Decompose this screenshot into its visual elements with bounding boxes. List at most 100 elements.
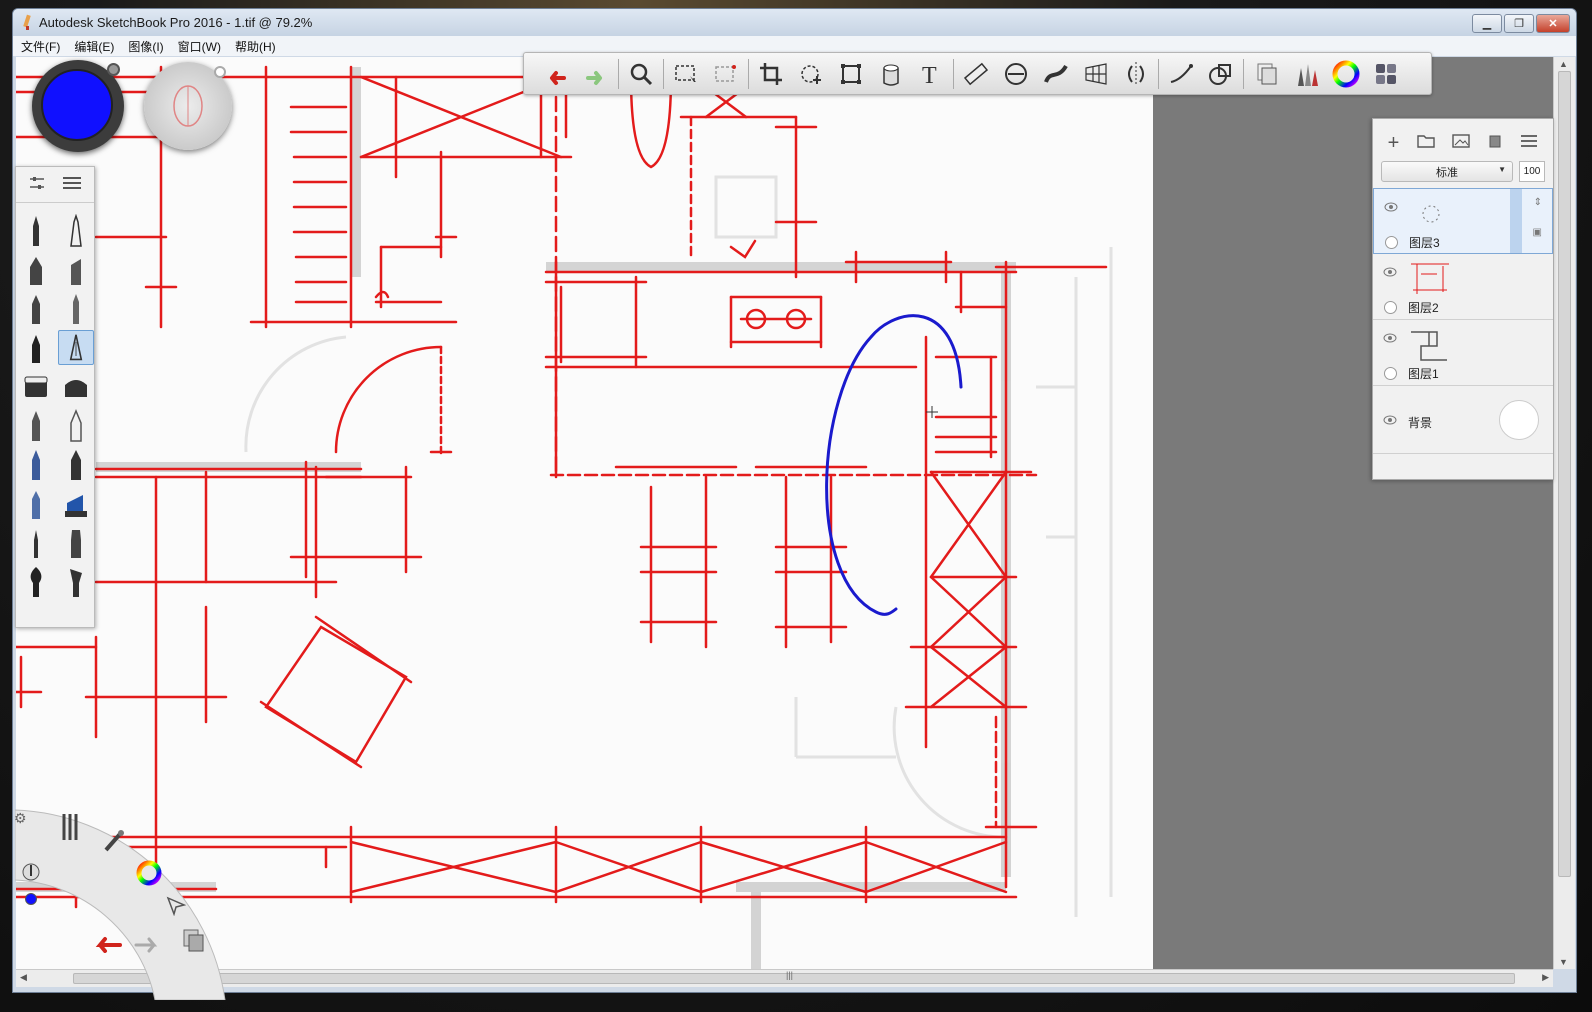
brush-library-list-icon[interactable] bbox=[62, 175, 82, 196]
lagoon-undo-icon[interactable] bbox=[92, 933, 124, 958]
close-button[interactable]: ✕ bbox=[1536, 14, 1570, 33]
toolbar-separator bbox=[1158, 58, 1159, 89]
add-group-icon[interactable] bbox=[1416, 134, 1435, 153]
sketchbook-app-icon bbox=[21, 15, 33, 31]
visibility-eye-icon[interactable] bbox=[1383, 330, 1397, 348]
angled-bristle-brush-icon[interactable] bbox=[56, 562, 96, 601]
scroll-down-arrow-icon[interactable]: ▼ bbox=[1559, 957, 1568, 967]
select-lasso-icon[interactable] bbox=[706, 56, 746, 92]
background-color-swatch[interactable] bbox=[1499, 400, 1539, 440]
round-bristle-brush-icon[interactable] bbox=[16, 562, 56, 601]
lagoon-tools-icon[interactable] bbox=[60, 812, 82, 847]
horizontal-scroll-thumb[interactable] bbox=[73, 973, 1515, 984]
scroll-grip-icon: ||| bbox=[786, 970, 794, 980]
blend-mode-select[interactable]: 标准 ▼ bbox=[1381, 161, 1513, 182]
color-puck-handle[interactable] bbox=[107, 63, 120, 76]
paintbrush-brush-icon[interactable] bbox=[16, 523, 56, 562]
eraser-soft-brush-icon[interactable] bbox=[56, 367, 96, 406]
window-controls: ▁ ❐ ✕ bbox=[1472, 14, 1570, 33]
text-icon[interactable]: T bbox=[911, 56, 951, 92]
lagoon-color-wheel-icon[interactable] bbox=[136, 860, 162, 891]
dark-pen-brush-icon[interactable] bbox=[56, 445, 96, 484]
lagoon-redo-icon[interactable] bbox=[132, 933, 162, 958]
visibility-eye-icon[interactable] bbox=[1383, 264, 1397, 282]
undo-icon[interactable] bbox=[536, 56, 576, 92]
eraser-hard-brush-icon[interactable] bbox=[16, 367, 56, 406]
felt-pen-brush-icon[interactable] bbox=[16, 328, 56, 367]
ruler-icon[interactable] bbox=[956, 56, 996, 92]
add-image-icon[interactable] bbox=[1452, 133, 1470, 153]
current-color-swatch[interactable] bbox=[41, 69, 113, 141]
shape-icon[interactable] bbox=[1201, 56, 1241, 92]
menu-image[interactable]: 图像(I) bbox=[128, 38, 163, 55]
crop-icon[interactable] bbox=[751, 56, 791, 92]
ink-pen-brush-icon-selected[interactable] bbox=[58, 330, 94, 365]
menu-file[interactable]: 文件(F) bbox=[21, 38, 60, 55]
layer-item-3[interactable]: 图层3 ⇕ ▣ bbox=[1373, 188, 1553, 254]
ballpoint-brush-icon[interactable] bbox=[16, 289, 56, 328]
minimize-button[interactable]: ▁ bbox=[1472, 14, 1502, 33]
ellipse-guide-icon[interactable] bbox=[996, 56, 1036, 92]
layer-thumbnail bbox=[1407, 326, 1453, 364]
fill-bucket-icon[interactable] bbox=[871, 56, 911, 92]
add-layer-icon[interactable]: + bbox=[1388, 132, 1400, 155]
clear-layer-icon[interactable] bbox=[1487, 133, 1503, 154]
zoom-icon[interactable] bbox=[621, 56, 661, 92]
fine-pen-brush-icon[interactable] bbox=[56, 289, 96, 328]
airbrush-brush-icon[interactable] bbox=[16, 406, 56, 445]
lagoon-settings-icon[interactable]: ⚙ bbox=[14, 810, 27, 827]
brush-library-icon[interactable] bbox=[1286, 56, 1326, 92]
vertical-scroll-thumb[interactable] bbox=[1558, 71, 1571, 877]
french-curve-icon[interactable] bbox=[1036, 56, 1076, 92]
lagoon-current-color-dot[interactable] bbox=[25, 893, 37, 905]
soft-airbrush-brush-icon[interactable] bbox=[56, 406, 96, 445]
redo-icon[interactable] bbox=[576, 56, 616, 92]
horizontal-scrollbar[interactable]: ◀ ||| ▶ bbox=[16, 969, 1553, 987]
layer-menu-icon[interactable] bbox=[1520, 134, 1538, 153]
layer-item-background[interactable]: 背景 bbox=[1373, 386, 1553, 454]
menu-edit[interactable]: 编辑(E) bbox=[74, 38, 114, 55]
lock-layer-icon[interactable]: ▣ bbox=[1533, 227, 1542, 238]
technical-pen-brush-icon[interactable] bbox=[56, 211, 96, 250]
marker-brush-icon[interactable] bbox=[16, 250, 56, 289]
blue-pen-brush-icon[interactable] bbox=[16, 445, 56, 484]
select-rect-icon[interactable] bbox=[666, 56, 706, 92]
chisel-marker-brush-icon[interactable] bbox=[56, 250, 96, 289]
transform-move-icon[interactable] bbox=[791, 56, 831, 92]
distort-icon[interactable] bbox=[831, 56, 871, 92]
interface-toggle-icon[interactable] bbox=[1366, 56, 1406, 92]
symmetry-icon[interactable] bbox=[1116, 56, 1156, 92]
flat-brush-brush-icon[interactable] bbox=[56, 523, 96, 562]
layer-opacity-field[interactable]: 100 bbox=[1519, 161, 1545, 182]
visibility-eye-icon[interactable] bbox=[1383, 412, 1397, 430]
highlighter-brush-icon[interactable] bbox=[16, 484, 56, 523]
layer-select-radio[interactable] bbox=[1384, 367, 1397, 380]
layer-item-1[interactable]: 图层1 bbox=[1373, 320, 1553, 386]
brush-grid bbox=[16, 203, 94, 601]
pencil-brush-icon[interactable] bbox=[16, 211, 56, 250]
visibility-eye-icon[interactable] bbox=[1384, 199, 1398, 217]
vertical-scrollbar[interactable]: ▲ ▼ bbox=[1553, 57, 1575, 969]
menu-window[interactable]: 窗口(W) bbox=[178, 38, 221, 55]
scroll-right-arrow-icon[interactable]: ▶ bbox=[1542, 972, 1549, 983]
lagoon-copy-icon[interactable] bbox=[182, 928, 206, 959]
perspective-icon[interactable] bbox=[1076, 56, 1116, 92]
blue-marker-brush-icon[interactable] bbox=[56, 484, 96, 523]
layer-select-radio[interactable] bbox=[1384, 301, 1397, 314]
layer-item-2[interactable]: 图层2 bbox=[1373, 254, 1553, 320]
lagoon-pen-icon[interactable] bbox=[22, 862, 40, 887]
menu-help[interactable]: 帮助(H) bbox=[235, 38, 276, 55]
lagoon-select-icon[interactable] bbox=[166, 896, 187, 921]
scroll-up-arrow-icon[interactable]: ▲ bbox=[1559, 59, 1568, 69]
lagoon-brush-icon[interactable] bbox=[102, 830, 126, 859]
move-layer-icon[interactable]: ⇕ bbox=[1534, 197, 1542, 208]
color-wheel-icon[interactable] bbox=[1326, 56, 1366, 92]
copybook-icon[interactable] bbox=[1246, 56, 1286, 92]
layer-select-radio[interactable] bbox=[1385, 236, 1398, 249]
color-puck[interactable] bbox=[32, 60, 124, 152]
brush-puck[interactable] bbox=[144, 62, 232, 150]
canvas-area[interactable] bbox=[16, 57, 1553, 969]
maximize-button[interactable]: ❐ bbox=[1504, 14, 1534, 33]
stroke-line-icon[interactable] bbox=[1161, 56, 1201, 92]
brush-properties-icon[interactable] bbox=[28, 175, 46, 196]
